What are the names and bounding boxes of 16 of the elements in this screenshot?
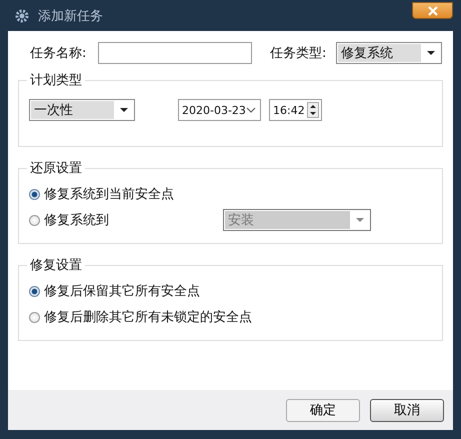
task-type-label: 任务类型: [270,45,328,62]
frequency-dropdown[interactable]: 一次性 [29,99,135,121]
window-title: 添加新任务 [38,8,103,24]
radio-option[interactable]: 修复系统到 [29,211,223,229]
time-spinner[interactable]: 16:42 [269,99,322,121]
group-title: 还原设置 [29,160,83,177]
group-title: 计划类型 [29,72,83,89]
dialog-button[interactable]: 取消 [370,398,444,422]
date-picker[interactable]: 2020-03-23 [178,99,261,121]
radio-option[interactable]: 修复后保留其它所有安全点 [29,282,223,300]
radio-option[interactable]: 修复后删除其它所有未锁定的安全点 [29,308,252,326]
task-type-dropdown[interactable]: 修复系统 [336,42,442,64]
group-title: 修复设置 [29,257,83,274]
radio-option[interactable]: 修复系统到当前安全点 [29,185,223,203]
dialog-button[interactable]: 确定 [286,398,360,422]
task-name-label: 任务名称: [30,45,88,62]
